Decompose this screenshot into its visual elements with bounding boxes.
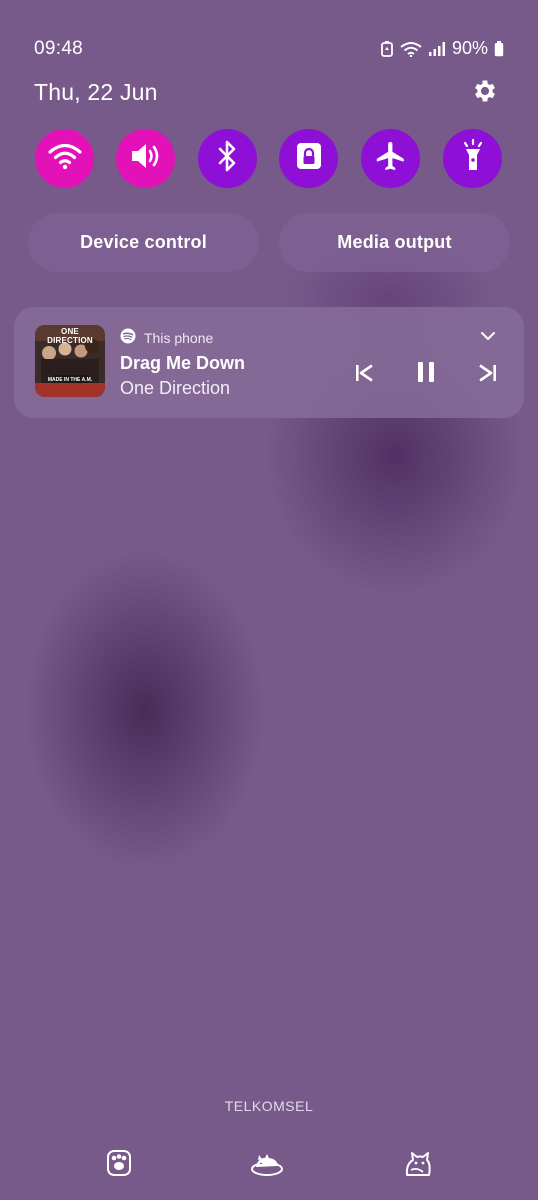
paw-icon [106, 1149, 132, 1182]
status-time: 09:48 [34, 38, 84, 59]
album-art-title: ONE DIRECTION [47, 327, 93, 345]
cat-button[interactable] [401, 1148, 435, 1182]
flashlight-toggle[interactable] [443, 129, 502, 188]
status-icons: 90% [380, 38, 504, 59]
date-text: Thu, 22 Jun [34, 79, 158, 105]
airplane-toggle[interactable] [361, 129, 420, 188]
bluetooth-icon [217, 140, 239, 177]
expand-button[interactable] [477, 326, 499, 348]
album-art: ONE DIRECTION MADE IN THE A.M. [35, 325, 105, 397]
sleeping-cat-icon [250, 1149, 284, 1182]
pause-button[interactable] [411, 359, 441, 389]
battery-saver-icon [380, 40, 394, 57]
lock-toggle[interactable] [279, 129, 338, 188]
signal-icon [428, 41, 446, 57]
sound-toggle[interactable] [116, 129, 175, 188]
bluetooth-toggle[interactable] [198, 129, 257, 188]
chevron-down-icon [480, 328, 496, 346]
carrier-label: TELKOMSEL [224, 1098, 314, 1114]
wifi-toggle[interactable] [35, 129, 94, 188]
lock-icon [294, 140, 324, 177]
media-source-label: This phone [144, 329, 214, 346]
skip-previous-icon [354, 363, 374, 387]
media-player-card[interactable]: ONE DIRECTION MADE IN THE A.M. This phon… [14, 307, 524, 418]
paw-button[interactable] [102, 1148, 136, 1182]
battery-icon [494, 40, 504, 57]
cat-icon [403, 1148, 433, 1183]
album-art-subtitle: MADE IN THE A.M. [47, 377, 93, 383]
airplane-icon [374, 139, 408, 178]
device-control-button[interactable]: Device control [28, 213, 259, 272]
battery-percent: 90% [451, 38, 488, 58]
wifi-icon [47, 142, 82, 175]
previous-track-button[interactable] [350, 361, 378, 389]
track-title: Drag Me Down [120, 353, 246, 373]
next-track-button[interactable] [474, 361, 502, 389]
gear-icon [471, 77, 499, 110]
spotify-icon [120, 328, 136, 347]
wifi-status-icon [400, 41, 422, 57]
track-artist: One Direction [120, 378, 231, 398]
settings-button[interactable] [470, 78, 500, 108]
skip-next-icon [478, 363, 498, 387]
flashlight-icon [458, 138, 488, 178]
media-source: This phone [120, 328, 213, 347]
pause-icon [416, 361, 436, 388]
media-output-button[interactable]: Media output [279, 213, 510, 272]
volume-icon [129, 141, 163, 176]
sleeping-cat-button[interactable] [250, 1148, 284, 1182]
